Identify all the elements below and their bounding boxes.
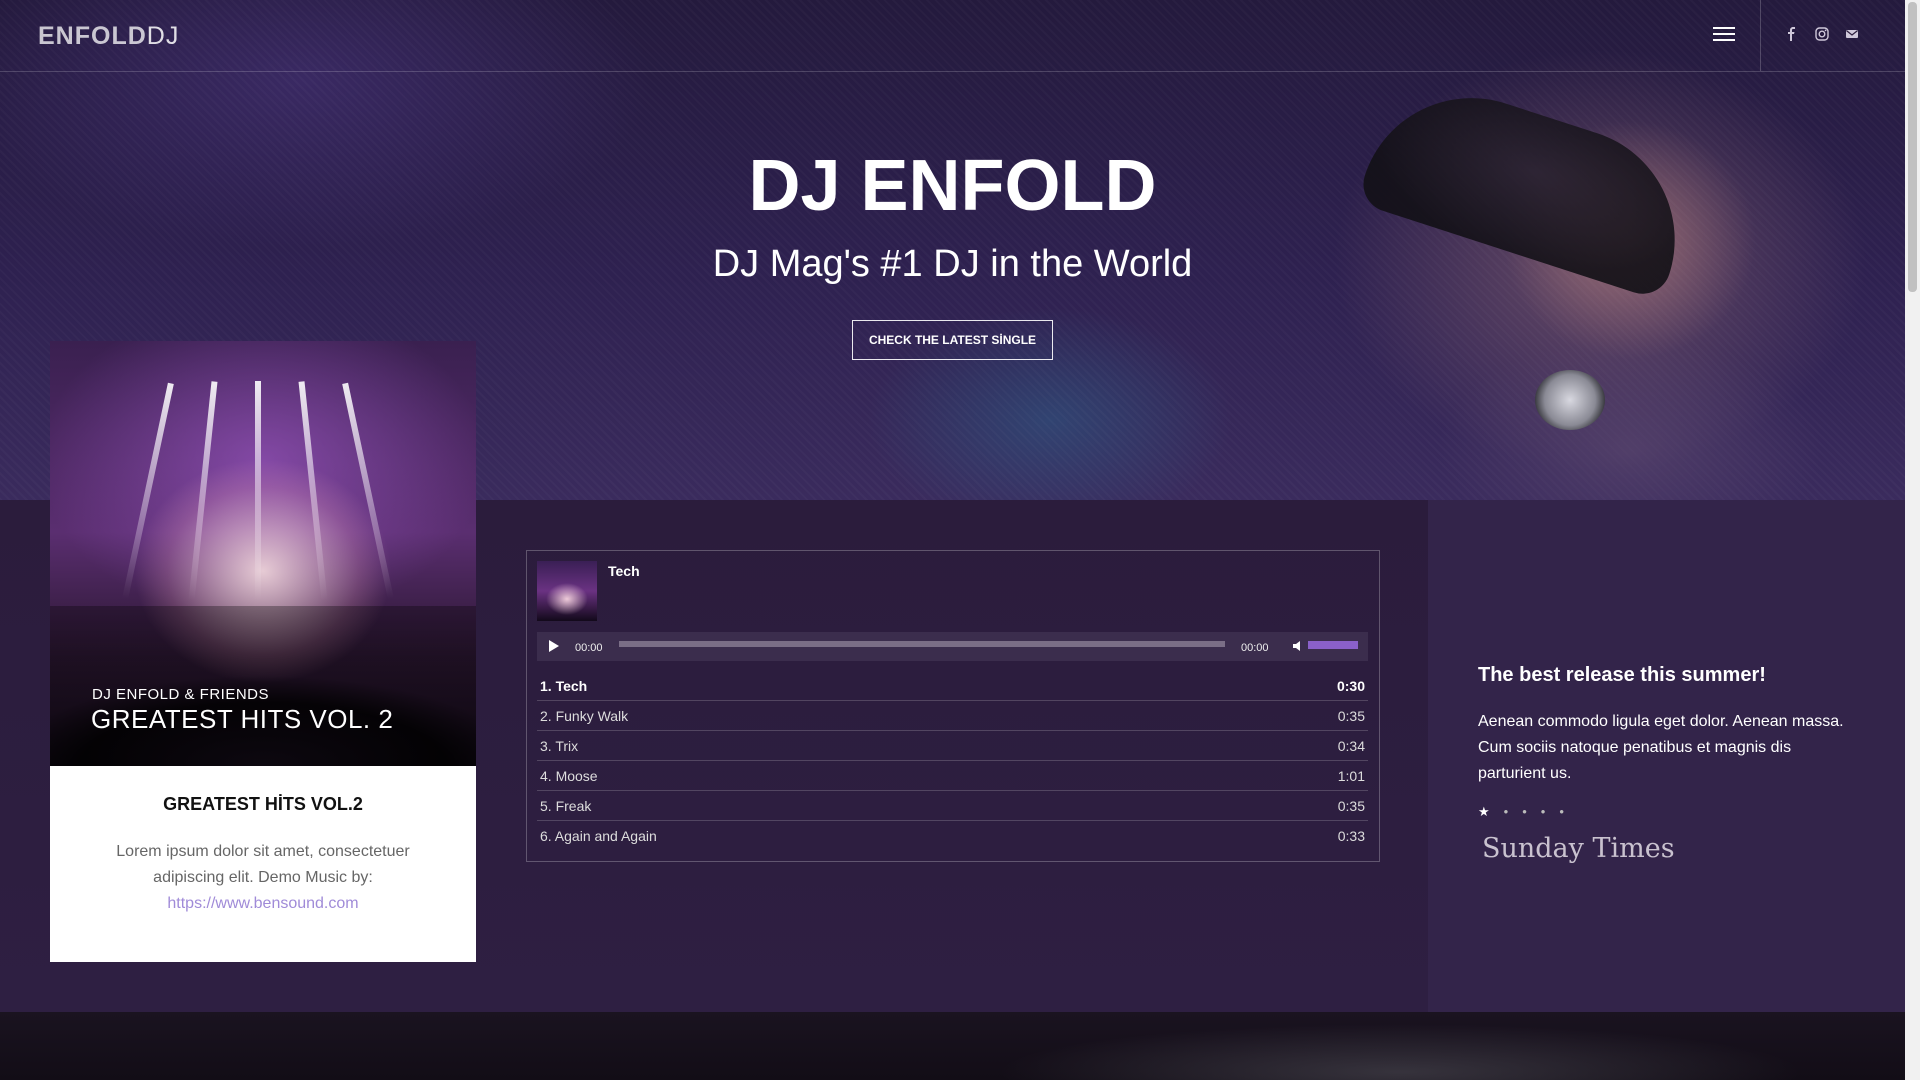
facebook-icon[interactable] (1784, 26, 1800, 42)
instagram-icon[interactable] (1814, 26, 1830, 42)
review-text: Aenean commodo ligula eget dolor. Aenean… (1478, 713, 1844, 782)
next-section-image (0, 1012, 1905, 1080)
track-name: 5. Freak (540, 798, 592, 814)
album-description-text: Lorem ipsum dolor sit amet, consectetuer… (116, 843, 410, 886)
press-logo: Sunday Times (1482, 833, 1675, 864)
track-name: 1. Tech (540, 678, 588, 694)
track-name: 6. Again and Again (540, 828, 657, 844)
star-icon: ★ (1478, 804, 1504, 819)
album-cover-image[interactable]: DJ ENFOLD & FRIENDS GREATEST HITS VOL. 2 (50, 341, 476, 766)
track-row[interactable]: 6. Again and Again 0:33 (537, 821, 1368, 850)
track-list: 1. Tech 0:30 2. Funky Walk 0:35 3. Trix 0:34 4… (537, 671, 1368, 850)
star-icon: • (1522, 804, 1541, 819)
player-controls: 00:00 00:00 (537, 632, 1368, 661)
logo-bold: ENFOLD (38, 22, 147, 50)
rating-stars: ★•••• (1478, 804, 1578, 820)
header-divider (1760, 0, 1761, 71)
page-scrollbar[interactable] (1905, 0, 1920, 1080)
track-row[interactable]: 1. Tech 0:30 (537, 671, 1368, 701)
speaker-icon[interactable] (1293, 641, 1305, 651)
latest-single-button[interactable]: CHECK THE LATEST SİNGLE (852, 320, 1053, 360)
track-row[interactable]: 5. Freak 0:35 (537, 791, 1368, 821)
track-duration: 0:35 (1337, 798, 1365, 814)
site-logo[interactable]: ENFOLDDJ (38, 22, 179, 51)
audio-player: Tech 00:00 00:00 1. Tech 0:30 2. Funky Wal… (526, 550, 1380, 862)
star-icon: • (1503, 804, 1523, 819)
track-name: 3. Trix (540, 738, 579, 754)
album-card: DJ ENFOLD & FRIENDS GREATEST HITS VOL. 2… (50, 341, 476, 962)
review-heading: The best release this summer! (1478, 664, 1766, 686)
mail-icon[interactable] (1844, 26, 1860, 42)
track-row[interactable]: 2. Funky Walk 0:35 (537, 701, 1368, 731)
hero-subtitle: DJ Mag's #1 DJ in the World (712, 243, 1193, 285)
logo-light: DJ (146, 22, 180, 50)
cover-album-title: GREATEST HITS VOL. 2 (91, 704, 394, 734)
track-name: 4. Moose (540, 768, 598, 784)
album-description: Lorem ipsum dolor sit amet, consectetuer… (100, 839, 426, 917)
volume-slider[interactable] (1308, 641, 1358, 649)
track-row[interactable]: 4. Moose 1:01 (537, 761, 1368, 791)
dj-watch (1535, 370, 1605, 430)
album-title: GREATEST HİTS VOL.2 (163, 794, 363, 814)
track-duration: 1:01 (1337, 768, 1365, 784)
hero-title: DJ ENFOLD (748, 146, 1157, 226)
track-duration: 0:30 (1336, 678, 1365, 694)
cover-artist: DJ ENFOLD & FRIENDS (92, 686, 270, 703)
track-thumbnail (537, 561, 597, 621)
current-time: 00:00 (575, 642, 603, 654)
duration-time: 00:00 (1241, 642, 1269, 654)
track-duration: 0:33 (1337, 828, 1365, 844)
star-icon: • (1540, 804, 1560, 819)
track-name: 2. Funky Walk (540, 708, 629, 724)
now-playing-title: Tech (608, 563, 640, 579)
star-icon: • (1559, 804, 1578, 819)
play-icon[interactable] (549, 640, 559, 652)
hamburger-icon[interactable] (1713, 27, 1735, 43)
header-bar: ENFOLDDJ (0, 0, 1905, 72)
scrollbar-thumb[interactable] (1908, 2, 1917, 292)
track-duration: 0:35 (1337, 708, 1365, 724)
progress-rail[interactable] (619, 641, 1225, 647)
track-row[interactable]: 3. Trix 0:34 (537, 731, 1368, 761)
bensound-link[interactable]: https://www.bensound.com (167, 895, 358, 912)
track-duration: 0:34 (1337, 738, 1365, 754)
